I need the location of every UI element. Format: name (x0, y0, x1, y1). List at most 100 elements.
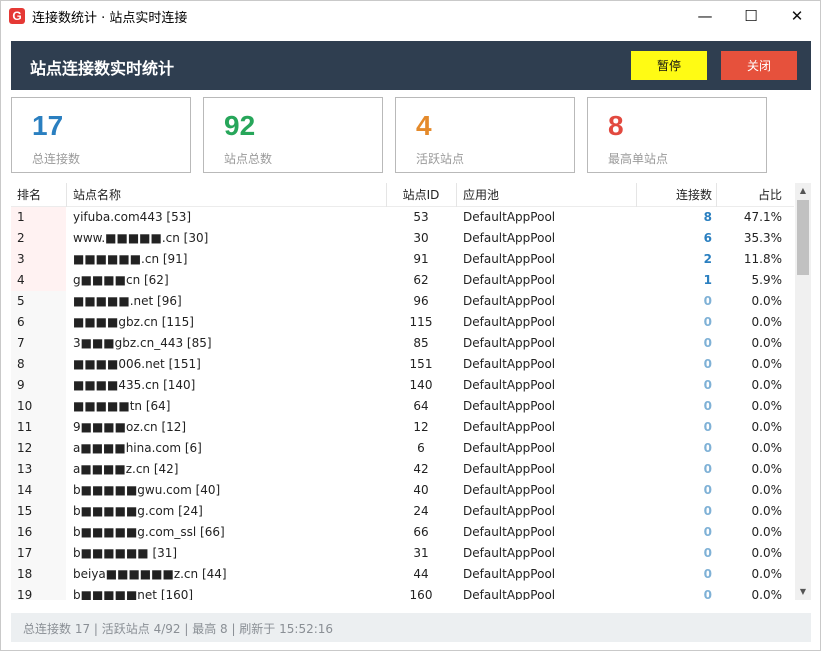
app-pool-cell: DefaultAppPool (463, 399, 556, 413)
close-button[interactable]: 关闭 (721, 51, 797, 80)
percentage-cell: 47.1% (743, 210, 782, 224)
column-header-site-id[interactable]: 站点ID (387, 183, 455, 207)
site-table: 排名 站点名称 站点ID 应用池 连接数 占比 1 yifuba.com443 [… (11, 183, 811, 600)
site-id-cell: 6 (417, 441, 425, 455)
percentage-cell: 0.0% (751, 399, 783, 413)
site-name-cell: g■■■■cn [62] (73, 273, 169, 287)
percentage-cell: 0.0% (751, 504, 783, 518)
status-text: 总连接数 17 | 活跃站点 4/92 | 最高 8 | 刷新于 15:52:1… (23, 622, 334, 636)
title-bar[interactable]: G 连接数统计 · 站点实时连接 — ☐ ✕ (1, 1, 820, 31)
rank-cell: 12 (11, 438, 66, 459)
table-row[interactable]: 1 yifuba.com443 [53] 53 DefaultAppPool 8 47.1… (11, 207, 794, 228)
site-name-cell: a■■■■hina.com [6] (73, 441, 202, 455)
rank-cell: 9 (11, 375, 66, 396)
table-row[interactable]: 10 ■■■■■tn [64] 64 DefaultAppPool 0 0.0% (11, 396, 794, 417)
table-row[interactable]: 13 a■■■■z.cn [42] 42 DefaultAppPool 0 0.0% (11, 459, 794, 480)
column-header-connections[interactable]: 连接数 (636, 183, 712, 207)
percentage-cell: 0.0% (751, 483, 783, 497)
site-id-cell: 42 (413, 462, 429, 476)
site-id-cell: 53 (413, 210, 429, 224)
app-pool-cell: DefaultAppPool (463, 546, 556, 560)
rank-cell: 6 (11, 312, 66, 333)
table-row[interactable]: 16 b■■■■■g.com_ssl [66] 66 DefaultAppPool 0 0… (11, 522, 794, 543)
table-row[interactable]: 7 3■■■gbz.cn_443 [85] 85 DefaultAppPool 0 0.0… (11, 333, 794, 354)
percentage-cell: 0.0% (751, 546, 783, 560)
scroll-thumb[interactable] (797, 200, 809, 275)
rank-cell: 7 (11, 333, 66, 354)
site-id-cell: 24 (413, 504, 429, 518)
column-header-app-pool[interactable]: 应用池 (463, 183, 499, 207)
window-title: 连接数统计 · 站点实时连接 (32, 10, 188, 26)
column-divider[interactable] (456, 183, 457, 207)
column-divider[interactable] (66, 183, 67, 207)
table-row[interactable]: 2 www.■■■■■.cn [30] 30 DefaultAppPool 6 35.3% (11, 228, 794, 249)
percentage-cell: 0.0% (751, 462, 783, 476)
site-name-cell: ■■■■■.net [96] (73, 294, 182, 308)
app-pool-cell: DefaultAppPool (463, 525, 556, 539)
site-id-cell: 44 (413, 567, 429, 581)
maximize-button[interactable]: ☐ (728, 1, 774, 31)
connections-cell: 0 (703, 525, 712, 539)
table-row[interactable]: 8 ■■■■006.net [151] 151 DefaultAppPool 0 0.0% (11, 354, 794, 375)
site-name-cell: 9■■■■oz.cn [12] (73, 420, 187, 434)
close-window-button[interactable]: ✕ (774, 1, 820, 31)
column-header-site-name[interactable]: 站点名称 (73, 183, 121, 207)
site-name-cell: www.■■■■■.cn [30] (73, 231, 209, 245)
connections-cell: 0 (703, 567, 712, 581)
table-row[interactable]: 17 b■■■■■■ [31] 31 DefaultAppPool 0 0.0% (11, 543, 794, 564)
stat-card-active-sites: 4 活跃站点 (395, 97, 575, 173)
percentage-cell: 0.0% (751, 336, 783, 350)
pause-button[interactable]: 暂停 (631, 51, 707, 80)
table-row[interactable]: 18 beiya■■■■■■z.cn [44] 44 DefaultAppPool 0 0… (11, 564, 794, 585)
site-id-cell: 140 (409, 378, 433, 392)
table-header: 排名 站点名称 站点ID 应用池 连接数 占比 (11, 183, 794, 207)
rank-cell: 17 (11, 543, 66, 564)
table-row[interactable]: 14 b■■■■■gwu.com [40] 40 DefaultAppPool 0 0.0… (11, 480, 794, 501)
scroll-up-arrow-icon[interactable]: ▲ (795, 183, 811, 199)
percentage-cell: 11.8% (743, 252, 782, 266)
table-row[interactable]: 19 b■■■■■net [160] 160 DefaultAppPool 0 0.0% (11, 585, 794, 600)
app-pool-cell: DefaultAppPool (463, 357, 556, 371)
minimize-button[interactable]: — (682, 1, 728, 31)
site-name-cell: a■■■■z.cn [42] (73, 462, 179, 476)
percentage-cell: 0.0% (751, 357, 783, 371)
rank-cell: 3 (11, 249, 66, 270)
table-row[interactable]: 6 ■■■■gbz.cn [115] 115 DefaultAppPool 0 0.0% (11, 312, 794, 333)
app-pool-cell: DefaultAppPool (463, 336, 556, 350)
connections-cell: 1 (703, 273, 712, 287)
connections-cell: 0 (703, 378, 712, 392)
rank-cell: 15 (11, 501, 66, 522)
column-header-percentage[interactable]: 占比 (717, 183, 782, 207)
vertical-scrollbar[interactable]: ▲ ▼ (795, 183, 811, 600)
table-row[interactable]: 4 g■■■■cn [62] 62 DefaultAppPool 1 5.9% (11, 270, 794, 291)
table-row[interactable]: 12 a■■■■hina.com [6] 6 DefaultAppPool 0 0.0% (11, 438, 794, 459)
column-header-rank[interactable]: 排名 (17, 183, 41, 207)
app-pool-cell: DefaultAppPool (463, 420, 556, 434)
rank-cell: 18 (11, 564, 66, 585)
table-row[interactable]: 3 ■■■■■■.cn [91] 91 DefaultAppPool 2 11.8% (11, 249, 794, 270)
connections-cell: 0 (703, 546, 712, 560)
table-row[interactable]: 11 9■■■■oz.cn [12] 12 DefaultAppPool 0 0.0% (11, 417, 794, 438)
connections-cell: 2 (703, 252, 712, 266)
stat-label: 最高单站点 (608, 152, 669, 166)
table-row[interactable]: 15 b■■■■■g.com [24] 24 DefaultAppPool 0 0.0% (11, 501, 794, 522)
stat-card-max-site: 8 最高单站点 (587, 97, 767, 173)
rank-cell: 11 (11, 417, 66, 438)
app-pool-cell: DefaultAppPool (463, 273, 556, 287)
percentage-cell: 35.3% (743, 231, 782, 245)
site-name-cell: ■■■■gbz.cn [115] (73, 315, 194, 329)
scroll-down-arrow-icon[interactable]: ▼ (795, 584, 811, 600)
table-row[interactable]: 9 ■■■■435.cn [140] 140 DefaultAppPool 0 0.0% (11, 375, 794, 396)
percentage-cell: 0.0% (751, 567, 783, 581)
app-pool-cell: DefaultAppPool (463, 252, 556, 266)
rank-cell: 13 (11, 459, 66, 480)
rank-cell: 4 (11, 270, 66, 291)
site-name-cell: ■■■■■tn [64] (73, 399, 171, 413)
connections-cell: 0 (703, 462, 712, 476)
rank-cell: 1 (11, 207, 66, 228)
site-name-cell: ■■■■■■.cn [91] (73, 252, 188, 266)
table-row[interactable]: 5 ■■■■■.net [96] 96 DefaultAppPool 0 0.0% (11, 291, 794, 312)
app-pool-cell: DefaultAppPool (463, 441, 556, 455)
app-pool-cell: DefaultAppPool (463, 315, 556, 329)
rank-cell: 5 (11, 291, 66, 312)
